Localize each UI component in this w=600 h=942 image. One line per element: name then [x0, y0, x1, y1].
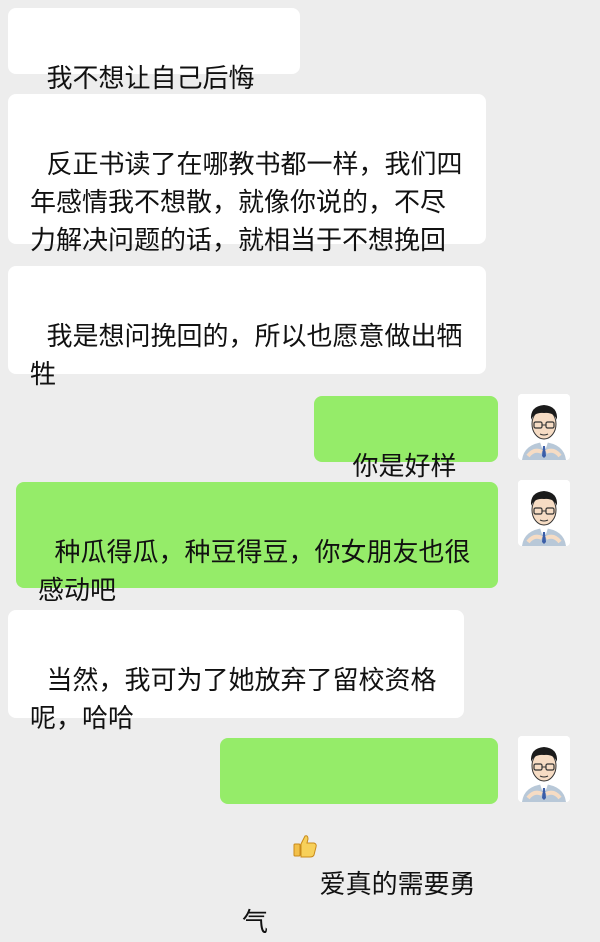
message-bubble-incoming[interactable]: 反正书读了在哪教书都一样，我们四 年感情我不想散，就像你说的，不尽 力解决问题的…	[8, 94, 486, 256]
message-bubble-incoming[interactable]: 我是想问挽回的，所以也愿意做出牺 牲	[8, 266, 486, 390]
message-text: 我是想问挽回的，所以也愿意做出牺 牲	[30, 322, 463, 390]
message-bubble-incoming[interactable]: 我不想让自己后悔吧	[8, 8, 300, 132]
avatar[interactable]	[518, 736, 570, 802]
cartoon-man-avatar-icon	[518, 736, 570, 802]
thumbs-up-icon	[259, 790, 318, 904]
message-bubble-outgoing[interactable]: 种瓜得瓜，种豆得豆，你女朋友也很 感动吧	[16, 482, 498, 606]
message-text: 种瓜得瓜，种豆得豆，你女朋友也很 感动吧	[38, 538, 471, 606]
message-bubble-incoming[interactable]: 当然，我可为了她放弃了留校资格 呢，哈哈	[8, 610, 464, 734]
message-text: 当然，我可为了她放弃了留校资格 呢，哈哈	[30, 666, 437, 734]
message-bubble-outgoing[interactable]: 爱真的需要勇气	[220, 738, 498, 938]
avatar[interactable]	[518, 480, 570, 546]
cartoon-man-avatar-icon	[518, 394, 570, 460]
message-bubble-outgoing[interactable]: 你是好样的	[314, 396, 498, 520]
cartoon-man-avatar-icon	[518, 480, 570, 546]
message-text: 反正书读了在哪教书都一样，我们四 年感情我不想散，就像你说的，不尽 力解决问题的…	[30, 150, 463, 256]
avatar[interactable]	[518, 394, 570, 460]
